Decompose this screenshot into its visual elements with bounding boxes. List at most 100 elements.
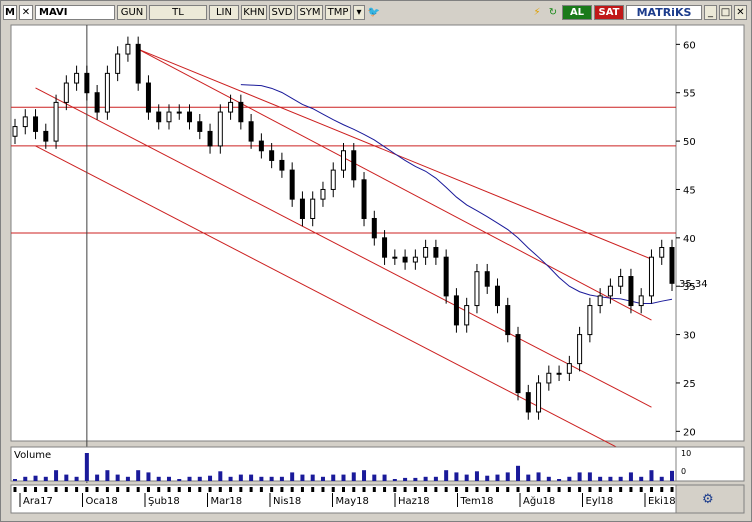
time-tick-mark <box>208 487 212 492</box>
candle-body <box>464 305 470 326</box>
refresh-icon[interactable]: ↻ <box>546 5 560 20</box>
close-window-icon[interactable]: ✕ <box>734 5 747 20</box>
volume-bar <box>23 476 28 481</box>
currency-button[interactable]: TL <box>149 5 207 20</box>
candle-body <box>494 285 500 307</box>
candle-body <box>43 130 49 142</box>
time-tick-mark <box>639 487 643 492</box>
scale-button[interactable]: LIN <box>209 5 239 20</box>
volume-bar <box>351 472 356 481</box>
candle-body <box>587 305 593 336</box>
symbol-field[interactable]: MAVI <box>35 5 115 20</box>
candle-body <box>238 101 244 123</box>
candle-body <box>176 111 182 114</box>
volume-bar <box>557 479 562 481</box>
candle-body <box>63 82 69 103</box>
time-tick-mark <box>372 487 376 492</box>
time-label: Haz18 <box>398 496 430 507</box>
time-tick-mark <box>13 487 17 492</box>
candle-body <box>207 130 213 147</box>
candle-body <box>525 392 531 413</box>
svd-button[interactable]: SVD <box>269 5 295 20</box>
volume-bar <box>166 476 171 481</box>
khn-button[interactable]: KHN <box>241 5 267 20</box>
time-tick-mark <box>588 487 592 492</box>
time-tick-mark <box>629 487 633 492</box>
candle-body <box>12 126 18 137</box>
candle-body <box>94 92 100 113</box>
candle-body <box>228 101 234 113</box>
volume-bar <box>300 474 305 481</box>
candle-body <box>536 382 542 413</box>
tmp-button[interactable]: TMP <box>325 5 351 20</box>
time-label: Ağu18 <box>523 495 555 507</box>
volume-bar <box>64 474 69 481</box>
volume-bar <box>228 476 233 481</box>
time-label: Nis18 <box>273 496 301 507</box>
period-button[interactable]: GUN <box>117 5 147 20</box>
candle-body <box>382 237 388 258</box>
maximize-icon[interactable]: □ <box>719 5 732 20</box>
time-tick-mark <box>116 487 120 492</box>
candle-body <box>258 140 264 152</box>
time-tick-mark <box>321 487 325 492</box>
candle-body <box>125 43 131 55</box>
chart-area[interactable]: 60 55 50 45 40 35 30 25 20 35,34 Volume 10 0 Ara17 Oca… <box>9 23 745 517</box>
volume-axis-label: 10 <box>681 449 691 458</box>
candle-body <box>156 111 162 123</box>
volume-bar <box>33 475 38 481</box>
candle-body <box>443 256 449 297</box>
price-chart[interactable]: 60555045403530252035,34Volume 100Ara17 Oca… <box>9 23 745 517</box>
toolbar: M ✕ MAVI GUN TL LIN KHN SVD SYM TMP ▾ 🐦 … <box>3 4 749 21</box>
sell-button[interactable]: SAT <box>594 5 624 20</box>
time-tick-mark <box>85 487 89 492</box>
volume-bar <box>577 472 582 481</box>
candle-body <box>669 247 675 284</box>
y-tick-label: 50 <box>683 137 696 148</box>
volume-bar <box>628 472 633 481</box>
volume-bar <box>115 474 120 481</box>
candle-body <box>659 247 665 258</box>
buy-button[interactable]: AL <box>562 5 592 20</box>
volume-bar <box>279 476 284 481</box>
candle-body <box>53 101 59 142</box>
last-price-label: 35,34 <box>679 279 708 290</box>
lightning-icon[interactable]: ⚡ <box>530 5 544 20</box>
time-tick-mark <box>342 487 345 492</box>
volume-bar <box>444 470 449 481</box>
minimize-icon[interactable]: _ <box>704 5 717 20</box>
volume-bar <box>269 476 274 481</box>
candle-body <box>248 121 254 142</box>
app-logo: M <box>3 5 17 20</box>
candle-body <box>279 159 285 171</box>
volume-bar <box>454 472 459 481</box>
candle-body <box>453 295 459 326</box>
close-symbol-icon[interactable]: ✕ <box>19 5 33 20</box>
sym-button[interactable]: SYM <box>297 5 323 20</box>
time-tick-mark <box>75 487 79 492</box>
volume-axis-label: 0 <box>681 467 686 476</box>
volume-bar <box>331 474 336 481</box>
candle-body <box>22 116 28 128</box>
time-tick-mark <box>649 487 653 492</box>
volume-label: Volume <box>14 450 51 461</box>
time-label: Ara17 <box>23 496 53 507</box>
volume-bar <box>516 465 521 481</box>
volume-bar <box>567 476 572 481</box>
volume-bar <box>197 476 202 481</box>
volume-bar <box>156 476 161 481</box>
candle-body <box>289 169 295 200</box>
time-tick-mark <box>34 487 38 492</box>
twitter-icon[interactable]: 🐦 <box>367 5 381 20</box>
candle-body <box>269 150 275 161</box>
time-tick-mark <box>567 487 571 492</box>
candle-body <box>577 334 583 365</box>
dropdown-arrow-icon[interactable]: ▾ <box>353 5 365 20</box>
time-tick-mark <box>465 487 469 492</box>
settings-icon[interactable]: ⚙ <box>702 492 714 507</box>
candle-body <box>402 256 408 263</box>
time-tick-mark <box>506 487 510 492</box>
candle-body <box>628 276 634 307</box>
volume-bar <box>608 476 613 481</box>
candle-body <box>638 295 644 307</box>
